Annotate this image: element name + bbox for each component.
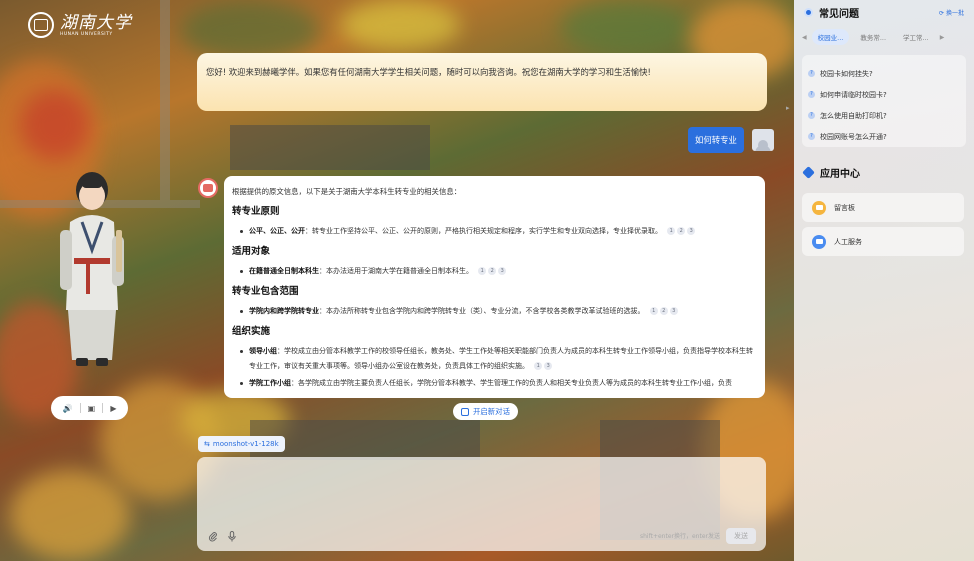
subtitle-icon[interactable]: ▣ xyxy=(88,404,96,413)
reference-badge[interactable]: 2 xyxy=(488,267,497,275)
input-hint: shift+enter换行，enter发送 xyxy=(640,533,720,540)
university-seal-icon xyxy=(28,12,54,38)
attachment-icon[interactable] xyxy=(207,530,219,542)
faq-title: 常见问题 xyxy=(819,9,859,20)
answer-bullet: 学院工作小组：各学院成立由学院主要负责人任组长，学院分管本科教学、学生管理工作的… xyxy=(232,376,757,391)
play-icon[interactable]: ▶ xyxy=(110,404,116,413)
tab-campus[interactable]: 校园业... xyxy=(811,29,850,45)
question-icon: ? xyxy=(808,112,815,119)
assistant-answer-card: 根据提供的原文信息，以下是关于湖南大学本科生转专业的相关信息： 转专业原则 公平… xyxy=(224,176,765,398)
bullet-term: 学院内和跨学院转专业 xyxy=(249,307,319,315)
logo-english-name: HUNAN UNIVERSITY xyxy=(60,31,113,37)
tab-next-icon[interactable]: ▶ xyxy=(940,34,945,41)
human-service-icon xyxy=(812,234,826,249)
faq-question: 如何申请临时校园卡? xyxy=(820,90,887,99)
bullet-term: 公平、公正、公开 xyxy=(249,227,305,235)
app-label: 留言板 xyxy=(834,203,855,212)
section-title: 适用对象 xyxy=(232,246,271,257)
user-message: 如何转专业 xyxy=(688,127,774,153)
question-icon: ? xyxy=(808,91,815,98)
university-logo[interactable]: 湖南大学 HUNAN UNIVERSITY xyxy=(28,12,132,38)
new-conversation-label: 开启新对话 xyxy=(473,407,510,416)
question-icon: ? xyxy=(808,70,815,77)
right-sidebar: 常见问题 ⟳ 换一批 ◀ 校园业... 教务常... 学工常... ▶ ? 校园卡… xyxy=(794,0,974,561)
reference-badge[interactable]: 2 xyxy=(659,307,668,315)
tab-prev-icon[interactable]: ◀ xyxy=(802,34,807,41)
send-button[interactable]: 发送 xyxy=(726,528,756,544)
bullet-text: ：本办法所称转专业包含学院内和跨学院转专业（类）、专业分流，不含学校各类教学改革… xyxy=(319,307,645,315)
user-message-bubble: 如何转专业 xyxy=(688,127,744,153)
answer-intro: 根据提供的原文信息，以下是关于湖南大学本科生转专业的相关信息： xyxy=(232,187,462,196)
welcome-text: 您好! 欢迎来到赫曦学伴。如果您有任何湖南大学学生相关问题，随时可以向我咨询。祝… xyxy=(206,67,651,77)
reference-badge[interactable]: 3 xyxy=(544,362,553,370)
tab-student-affairs[interactable]: 学工常... xyxy=(897,29,935,45)
faq-list: ? 校园卡如何挂失? ? 如何申请临时校园卡? ? 怎么使用自助打印机? ? 校园网账号… xyxy=(802,55,966,147)
answer-bullet: 学院内和跨学院转专业：本办法所称转专业包含学院内和跨学院转专业（类）、专业分流，… xyxy=(232,304,757,319)
bullet-text: ：本办法适用于湖南大学在籍普通全日制本科生。 xyxy=(319,267,473,275)
refresh-label: 换一批 xyxy=(945,10,964,17)
faq-question: 校园网账号怎么开通? xyxy=(820,132,887,141)
voice-controls: 🔊 ▣ ▶ xyxy=(51,396,128,420)
answer-bullet: 领导小组：学校成立由分管本科教学工作的校领导任组长，教务处、学生工作处等相关职能… xyxy=(232,344,757,374)
bullet-text: ：各学院成立由学院主要负责人任组长，学院分管本科教学、学生管理工作的负责人和相关… xyxy=(291,379,732,387)
reference-badge[interactable]: 2 xyxy=(677,227,686,235)
faq-question: 校园卡如何挂失? xyxy=(820,69,873,78)
app-message-board[interactable]: 留言板 xyxy=(802,193,964,222)
tab-academic[interactable]: 教务常... xyxy=(854,29,892,45)
faq-question: 怎么使用自助打印机? xyxy=(820,111,887,120)
apps-title: 应用中心 xyxy=(820,169,860,180)
faq-item[interactable]: ? 怎么使用自助打印机? xyxy=(808,105,960,126)
chat-input-box: shift+enter换行，enter发送 发送 xyxy=(197,457,766,551)
assistant-character-figure xyxy=(60,172,124,366)
answer-bullet: 公平、公正、公开：转专业工作坚持公平、公正、公开的原则，严格执行相关规定和程序，… xyxy=(232,224,757,239)
reference-badge[interactable]: 1 xyxy=(667,227,676,235)
bullet-text: ：学校成立由分管本科教学工作的校领导任组长，教务处、学生工作处等相关职能部门负责… xyxy=(249,347,753,370)
new-chat-icon xyxy=(461,407,469,416)
section-title: 转专业原则 xyxy=(232,206,280,217)
app-center-icon xyxy=(802,166,815,179)
microphone-icon[interactable] xyxy=(226,530,238,542)
message-board-icon xyxy=(812,200,826,215)
reference-badge[interactable]: 1 xyxy=(534,362,543,370)
model-selector[interactable]: ⇆ moonshot-v1-128k xyxy=(198,436,285,452)
welcome-banner: 您好! 欢迎来到赫曦学伴。如果您有任何湖南大学学生相关问题，随时可以向我咨询。祝… xyxy=(197,53,767,111)
new-conversation-button[interactable]: 开启新对话 xyxy=(453,403,518,420)
bot-avatar xyxy=(198,178,218,198)
speaker-icon[interactable]: 🔊 xyxy=(63,404,73,413)
model-name: moonshot-v1-128k xyxy=(212,440,279,448)
reference-badge[interactable]: 3 xyxy=(498,267,507,275)
bullet-term: 学院工作小组 xyxy=(249,379,291,387)
faq-icon xyxy=(804,8,813,17)
faq-item[interactable]: ? 校园网账号怎么开通? xyxy=(808,126,960,147)
faq-tabs: ◀ 校园业... 教务常... 学工常... ▶ xyxy=(802,29,966,45)
reference-badge[interactable]: 1 xyxy=(478,267,487,275)
section-title: 组织实施 xyxy=(232,326,271,337)
reference-badge[interactable]: 1 xyxy=(649,307,658,315)
bullet-term: 在籍普通全日制本科生 xyxy=(249,267,319,275)
logo-chinese-name: 湖南大学 xyxy=(60,12,132,33)
question-icon: ? xyxy=(808,133,815,140)
faq-item[interactable]: ? 校园卡如何挂失? xyxy=(808,63,960,84)
swap-icon: ⇆ xyxy=(204,440,210,448)
section-title: 转专业包含范围 xyxy=(232,286,299,297)
app-human-service[interactable]: 人工服务 xyxy=(802,227,964,256)
answer-bullet: 在籍普通全日制本科生：本办法适用于湖南大学在籍普通全日制本科生。 123 xyxy=(232,264,757,279)
faq-item[interactable]: ? 如何申请临时校园卡? xyxy=(808,84,960,105)
reference-badge[interactable]: 3 xyxy=(669,307,678,315)
reference-badge[interactable]: 3 xyxy=(687,227,696,235)
app-label: 人工服务 xyxy=(834,237,862,246)
panel-collapse-icon[interactable]: ▸ xyxy=(786,104,790,112)
bullet-text: ：转专业工作坚持公平、公正、公开的原则，严格执行相关规定和程序，实行学生和专业双… xyxy=(305,227,662,235)
refresh-faq-button[interactable]: ⟳ 换一批 xyxy=(939,8,964,17)
bullet-term: 领导小组 xyxy=(249,347,277,355)
user-avatar xyxy=(751,129,774,151)
message-input[interactable] xyxy=(197,457,766,523)
robot-icon xyxy=(203,184,213,192)
